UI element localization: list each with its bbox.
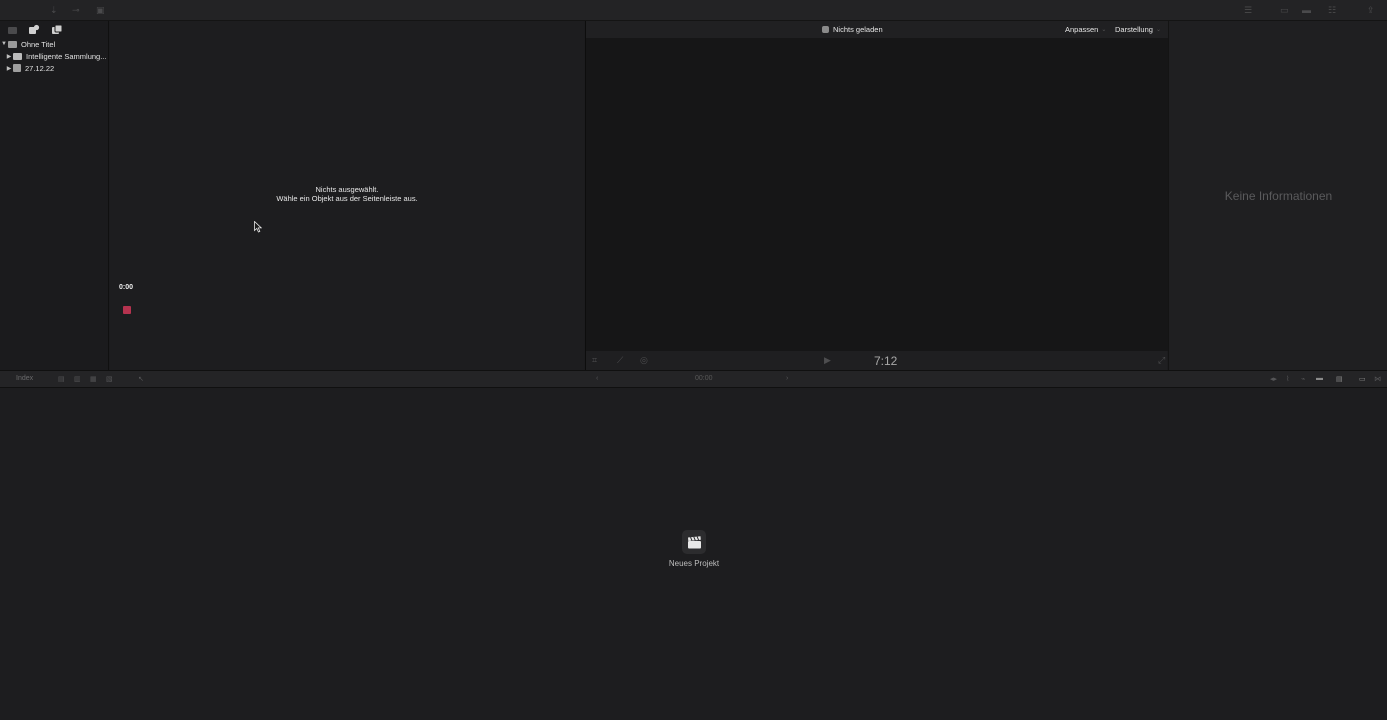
inspector-toggle-icon[interactable]: ☷	[1328, 4, 1336, 16]
skimming-icon[interactable]: ⌇	[1286, 375, 1289, 383]
main-toolbar: ⇣ ⊸ ▣ ☰ ▭ ▬ ☷ ⇪	[0, 0, 1387, 21]
project-icon	[822, 26, 829, 33]
library-name: Ohne Titel	[21, 39, 56, 49]
transitions-browser-icon[interactable]: ⋈	[1374, 375, 1381, 383]
history-forward-icon[interactable]: ›	[786, 375, 788, 382]
view-menu-label: Darstellung	[1115, 25, 1153, 34]
record-button[interactable]	[123, 306, 131, 314]
fit-menu-button[interactable]: Anpassen ⌄	[1065, 25, 1106, 34]
browser-empty-message: Nichts ausgewählt. Wähle ein Objekt aus …	[110, 185, 584, 203]
photos-audio-tab-icon[interactable]	[28, 24, 40, 35]
retime-icon[interactable]: ◎	[640, 355, 648, 366]
audio-skimming-icon[interactable]: ⌁	[1301, 375, 1305, 383]
libraries-tab-icon[interactable]	[6, 24, 18, 35]
timeline-area[interactable]: Neues Projekt	[0, 388, 1387, 720]
chevron-down-icon: ⌄	[1155, 27, 1161, 33]
new-project-button[interactable]: Neues Projekt	[663, 530, 725, 568]
inspector-panel: Keine Informationen	[1168, 21, 1387, 370]
connect-clip-icon[interactable]: ▤	[58, 375, 65, 383]
view-menu-button[interactable]: Darstellung ⌄	[1115, 25, 1161, 34]
sidebar-item-label: Intelligente Sammlung...	[26, 51, 107, 61]
audio-meter-icon[interactable]: ◂▸	[1270, 375, 1277, 383]
clapperboard-icon	[682, 530, 706, 554]
workspace-icon[interactable]: ☰	[1244, 4, 1252, 16]
disclosure-closed-icon[interactable]: ▶	[5, 65, 13, 72]
sidebar-item-event[interactable]: ▶ 27.12.22	[0, 62, 108, 74]
effects-browser-icon[interactable]: ▭	[1359, 375, 1366, 383]
mouse-cursor-icon	[254, 220, 263, 233]
library-row[interactable]: ▼ Ohne Titel	[0, 38, 108, 50]
insert-clip-icon[interactable]: ▥	[74, 375, 81, 383]
viewer-footer: ⌗ ⟋ ◎ ▶ 7:12 ⤢	[586, 351, 1168, 370]
viewer-header: Nichts geladen Anpassen ⌄ Darstellung ⌄	[586, 21, 1168, 38]
fit-menu-label: Anpassen	[1065, 25, 1099, 34]
sidebar-item-smart-collection[interactable]: ▶ Intelligente Sammlung...	[0, 50, 108, 62]
fullscreen-icon[interactable]: ⤢	[1158, 355, 1165, 366]
timeline-toggle-icon[interactable]: ▬	[1302, 4, 1311, 16]
timeline-toolbar: Index ▤ ▥ ▦ ▧ ↖ ‹ 00:00 › ◂▸ ⌇ ⌁ ▬ ▤ ▭ ⋈	[0, 370, 1387, 388]
play-icon[interactable]: ▶	[824, 355, 831, 366]
index-button[interactable]: Index	[16, 375, 33, 382]
clip-appearance-icon[interactable]: ▤	[1336, 375, 1343, 383]
empty-line-2: Wähle ein Objekt aus der Seitenleiste au…	[276, 194, 418, 203]
browser-toggle-icon[interactable]: ▭	[1280, 4, 1289, 16]
library-icon	[8, 40, 17, 48]
history-back-icon[interactable]: ‹	[596, 375, 598, 382]
background-tasks-icon[interactable]: ▣	[96, 4, 105, 16]
sidebar-item-label: 27.12.22	[25, 63, 55, 73]
new-project-label: Neues Projekt	[668, 559, 720, 568]
enhance-icon[interactable]: ⟋	[617, 355, 623, 366]
browser-time: 0:00	[119, 284, 134, 291]
viewer-panel: Nichts geladen Anpassen ⌄ Darstellung ⌄ …	[585, 21, 1168, 370]
disclosure-open-icon[interactable]: ▼	[0, 41, 8, 47]
viewer-title: Nichts geladen	[822, 25, 883, 34]
inspector-message: Keine Informationen	[1224, 189, 1333, 203]
viewer-title-text: Nichts geladen	[833, 25, 883, 34]
timeline-time: 00:00	[695, 375, 713, 382]
disclosure-closed-icon[interactable]: ▶	[5, 53, 13, 60]
library-sidebar: ▼ Ohne Titel ▶ Intelligente Sammlung... …	[0, 21, 109, 370]
browser-panel: Nichts ausgewählt. Wähle ein Objekt aus …	[110, 21, 584, 370]
empty-line-1: Nichts ausgewählt.	[315, 185, 379, 194]
solo-icon[interactable]: ▬	[1316, 375, 1323, 382]
share-icon[interactable]: ⇪	[1367, 4, 1375, 16]
sidebar-tabs	[0, 21, 108, 38]
overwrite-clip-icon[interactable]: ▧	[106, 375, 113, 383]
transform-icon[interactable]: ⌗	[592, 355, 597, 366]
import-icon[interactable]: ⇣	[50, 4, 58, 16]
select-tool-icon[interactable]: ↖	[138, 375, 144, 383]
event-icon	[13, 64, 21, 72]
viewer-timecode: 7:12	[874, 354, 898, 368]
folder-icon	[13, 52, 22, 60]
titles-generators-tab-icon[interactable]	[51, 24, 63, 35]
chevron-down-icon: ⌄	[1101, 27, 1107, 33]
keyword-icon[interactable]: ⊸	[72, 4, 80, 16]
viewer-canvas[interactable]	[586, 38, 1168, 351]
append-clip-icon[interactable]: ▦	[90, 375, 97, 383]
